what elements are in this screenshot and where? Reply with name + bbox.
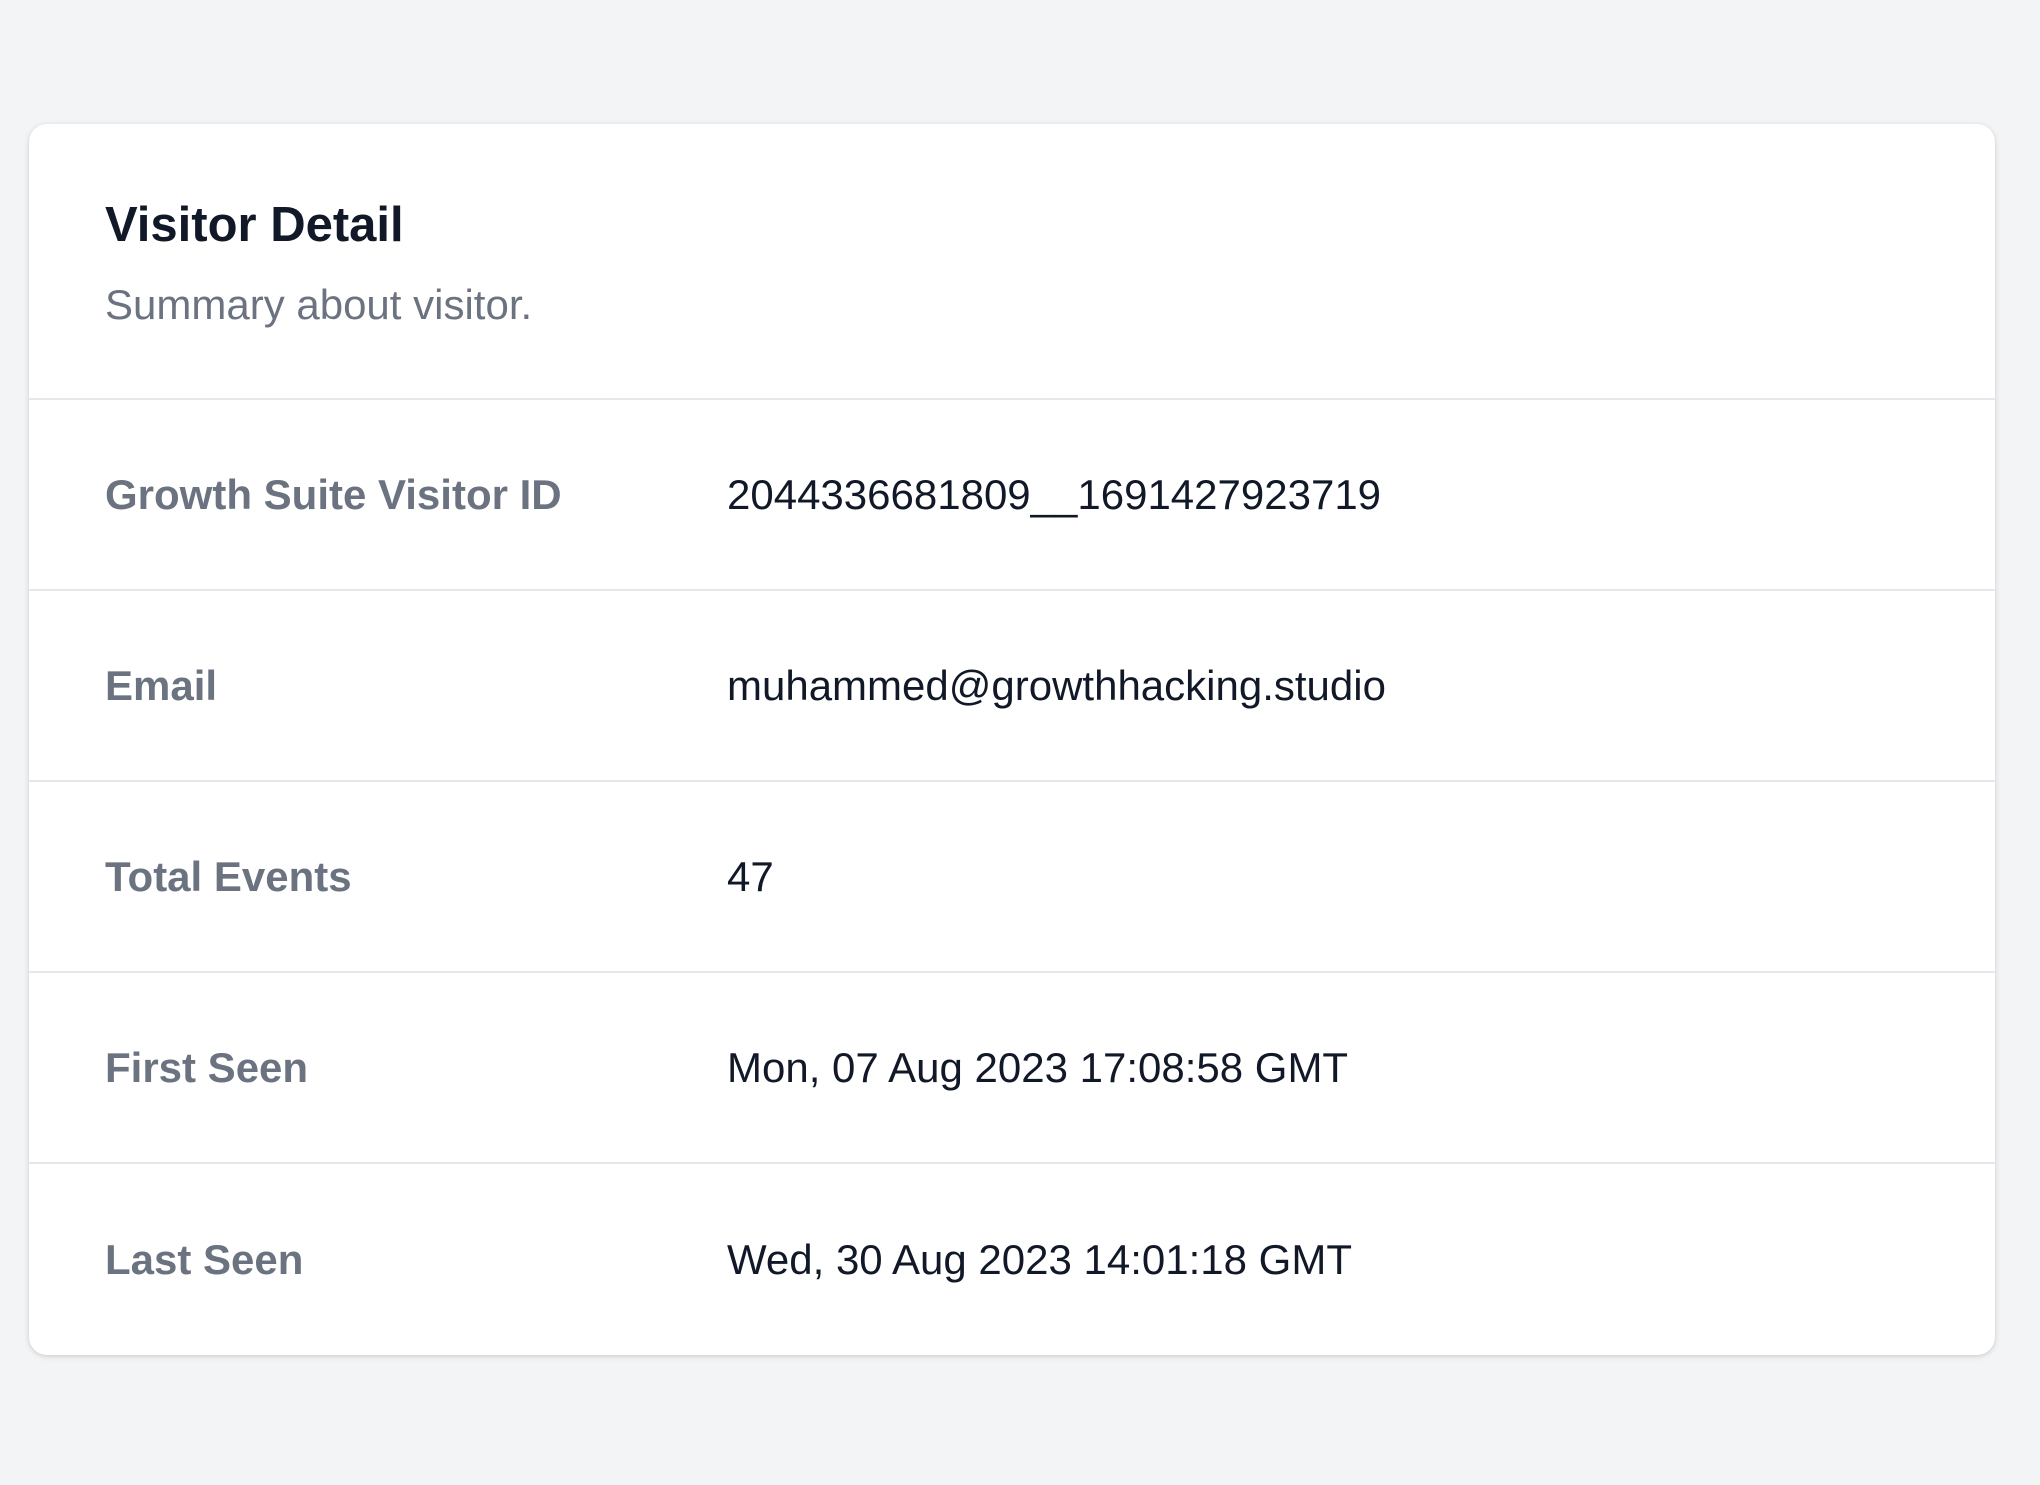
email-value: muhammed@growthhacking.studio: [727, 661, 1386, 709]
detail-row-first-seen: First Seen Mon, 07 Aug 2023 17:08:58 GMT: [29, 973, 1995, 1164]
visitor-detail-card: Visitor Detail Summary about visitor. Gr…: [29, 124, 1995, 1355]
detail-row-visitor-id: Growth Suite Visitor ID 2044336681809__1…: [29, 400, 1995, 591]
detail-row-email: Email muhammed@growthhacking.studio: [29, 591, 1995, 782]
visitor-id-value: 2044336681809__1691427923719: [727, 470, 1382, 518]
card-header: Visitor Detail Summary about visitor.: [29, 124, 1995, 400]
detail-label: First Seen: [105, 1043, 309, 1091]
detail-row-last-seen: Last Seen Wed, 30 Aug 2023 14:01:18 GMT: [29, 1164, 1995, 1355]
first-seen-value: Mon, 07 Aug 2023 17:08:58 GMT: [727, 1043, 1349, 1091]
detail-label: Total Events: [105, 852, 352, 900]
card-title: Visitor Detail: [105, 198, 404, 252]
detail-label: Growth Suite Visitor ID: [105, 470, 562, 518]
card-subtitle: Summary about visitor.: [105, 281, 533, 328]
total-events-value: 47: [727, 852, 774, 900]
last-seen-value: Wed, 30 Aug 2023 14:01:18 GMT: [727, 1235, 1352, 1283]
detail-label: Last Seen: [105, 1235, 304, 1283]
detail-label: Email: [105, 661, 218, 709]
detail-row-total-events: Total Events 47: [29, 782, 1995, 973]
